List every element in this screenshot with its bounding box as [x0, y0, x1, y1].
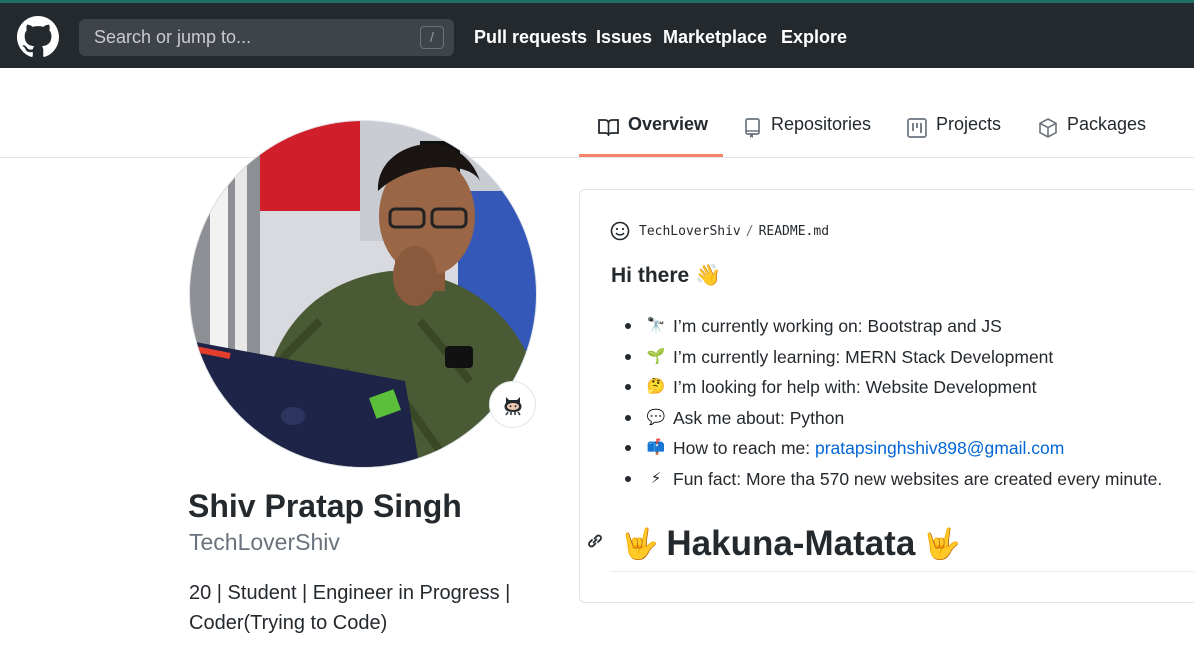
- profile-full-name: Shiv Pratap Singh: [188, 488, 462, 524]
- readme-owner-link[interactable]: TechLoverShiv: [639, 224, 741, 239]
- tab-overview[interactable]: Overview: [598, 114, 708, 158]
- search-input[interactable]: [79, 19, 409, 56]
- list-item-text: I’m currently learning: MERN Stack Devel…: [673, 346, 1054, 367]
- profile-username: TechLoverShiv: [189, 529, 340, 555]
- nav-pull-requests[interactable]: Pull requests: [474, 27, 587, 48]
- active-tab-underline: [579, 154, 723, 157]
- octocat-icon: [504, 396, 521, 415]
- search-box[interactable]: /: [79, 19, 454, 56]
- project-icon: [907, 118, 927, 138]
- title-divider: [610, 571, 1194, 572]
- list-item: 🔭 I’m currently working on: Bootstrap and…: [620, 311, 1162, 342]
- profile-bio: 20 | Student | Engineer in Progress | Co…: [189, 582, 511, 634]
- readme-title-text: Hakuna-Matata: [666, 524, 916, 563]
- readme-file-link[interactable]: README.md: [759, 224, 829, 239]
- path-separator: /: [745, 223, 754, 239]
- github-logo-icon[interactable]: [17, 16, 59, 58]
- tab-label: Packages: [1067, 114, 1147, 134]
- package-icon: [1039, 118, 1057, 138]
- anchor-link-icon[interactable]: [585, 531, 605, 551]
- book-icon: [598, 119, 619, 136]
- list-item: 📫 How to reach me: pratapsinghshiv898@gma…: [620, 433, 1162, 464]
- avatar[interactable]: [189, 120, 537, 468]
- list-item-text: Fun fact: More tha 570 new websites are …: [673, 468, 1163, 489]
- search-shortcut-key: /: [420, 26, 444, 49]
- nav-explore[interactable]: Explore: [781, 27, 847, 48]
- nav-issues[interactable]: Issues: [596, 27, 652, 48]
- readme-path: TechLoverShiv / README.md: [610, 221, 829, 241]
- list-item-text: I’m currently working on: Bootstrap and …: [673, 316, 1002, 336]
- speech-bubble-icon: 💬: [646, 408, 666, 426]
- readme-greeting: Hi there 👋: [611, 264, 722, 287]
- avatar-photo: [190, 121, 536, 467]
- tabs-divider: [0, 157, 1194, 158]
- nav-marketplace[interactable]: Marketplace: [663, 27, 767, 48]
- telescope-icon: 🔭: [646, 317, 666, 334]
- email-link[interactable]: pratapsinghshiv898@gmail.com: [815, 433, 1064, 464]
- top-header: / Pull requests Issues Marketplace Explo…: [0, 0, 1194, 68]
- tab-label: Overview: [628, 114, 709, 134]
- tab-packages[interactable]: Packages: [1038, 114, 1146, 158]
- mailbox-icon: 📫: [646, 439, 666, 456]
- list-item-text: I’m looking for help with: Website Devel…: [673, 377, 1037, 397]
- readme-title: 🤟 Hakuna-Matata 🤟: [613, 524, 969, 564]
- love-you-gesture-icon: 🤟: [923, 527, 961, 561]
- list-item: 💬 Ask me about: Python: [620, 403, 1162, 434]
- list-item-text: Ask me about: Python: [673, 407, 845, 428]
- tab-label: Repositories: [771, 114, 872, 134]
- tab-repositories[interactable]: Repositories: [744, 114, 871, 158]
- status-badge[interactable]: [489, 381, 536, 428]
- readme-list: 🔭 I’m currently working on: Bootstrap and…: [620, 311, 1162, 494]
- readme-card: TechLoverShiv / README.md Hi there 👋 🔭 I’…: [579, 189, 1194, 603]
- thinking-face-icon: 🤔: [646, 378, 666, 395]
- tab-projects[interactable]: Projects: [907, 114, 1001, 158]
- love-you-gesture-icon: 🤟: [621, 527, 659, 561]
- repo-icon: [745, 118, 760, 138]
- tab-label: Projects: [936, 114, 1002, 134]
- seedling-icon: 🌱: [646, 347, 666, 365]
- list-item-text: How to reach me:: [673, 438, 815, 458]
- list-item: 🤔 I’m looking for help with: Website Deve…: [620, 372, 1162, 403]
- lightning-icon: ⚡: [650, 469, 662, 487]
- smiley-icon: [610, 221, 630, 241]
- list-item: ⚡ Fun fact: More tha 570 new websites are…: [620, 464, 1162, 495]
- list-item: 🌱 I’m currently learning: MERN Stack Deve…: [620, 342, 1162, 373]
